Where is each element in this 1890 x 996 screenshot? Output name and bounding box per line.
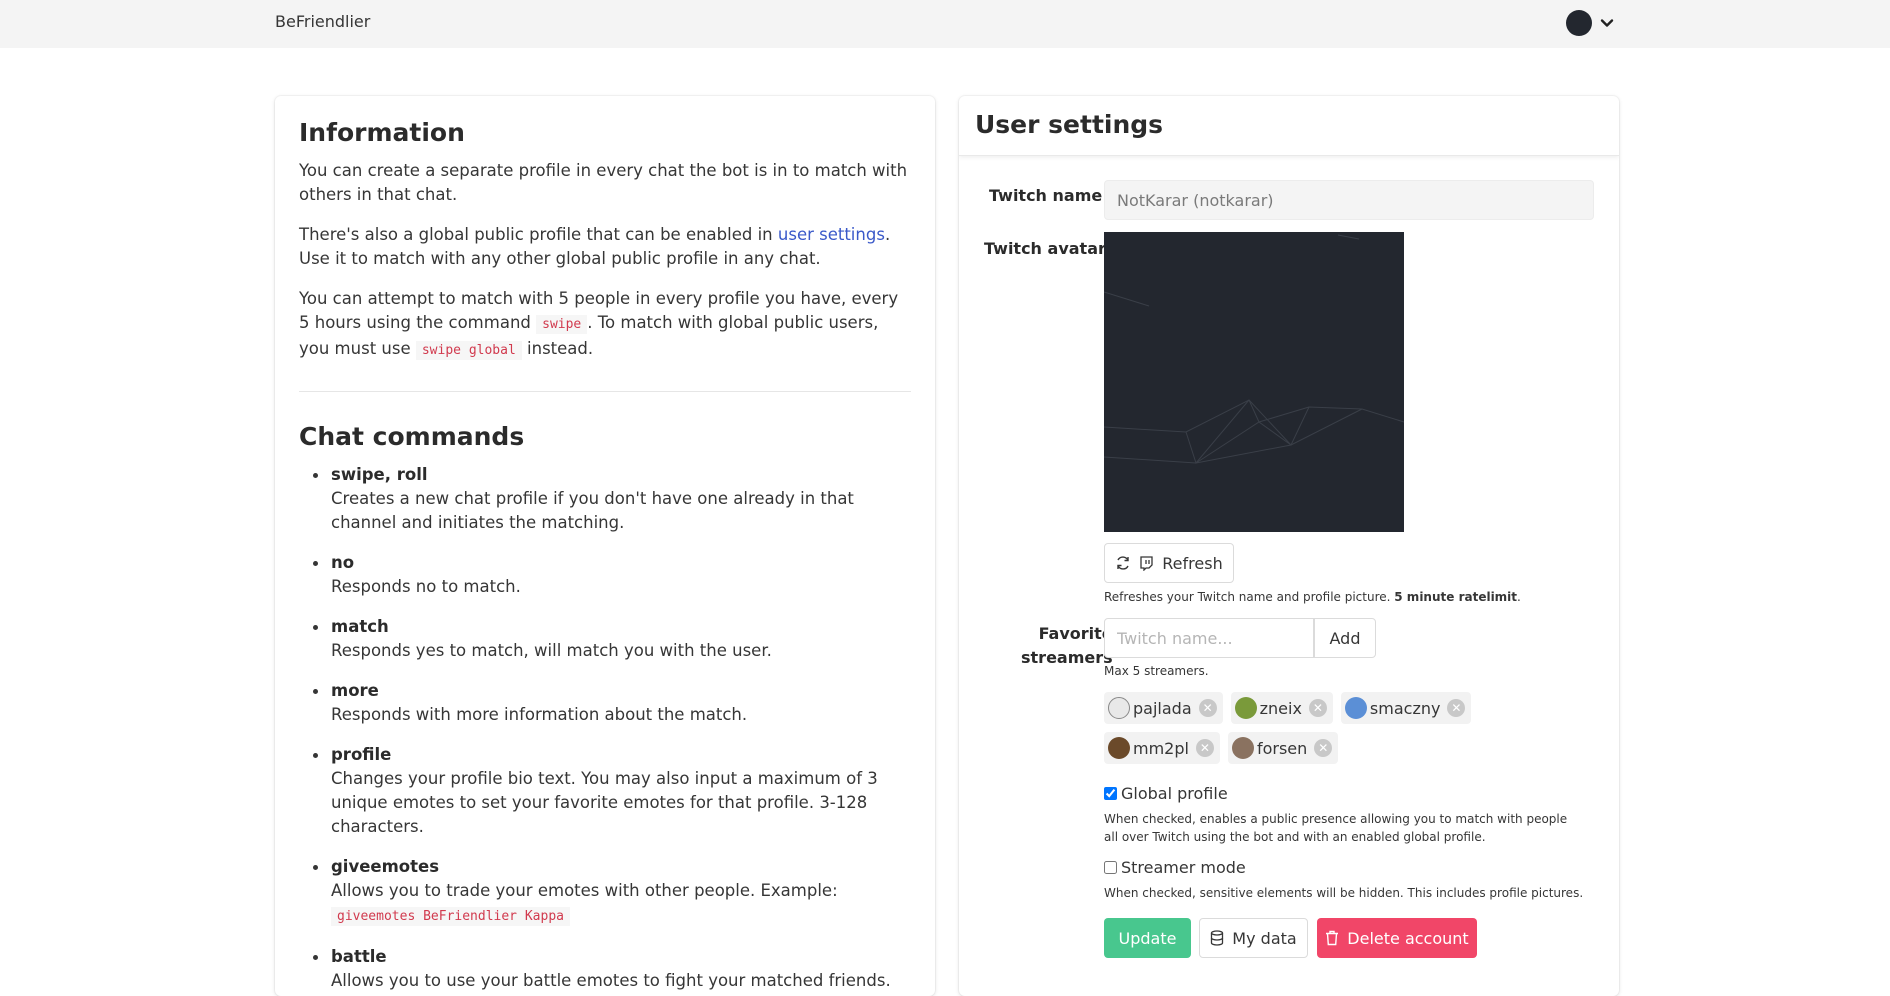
avatar-pattern <box>1104 234 1404 465</box>
command-name: swipe, roll <box>331 465 428 484</box>
user-settings-card: User settings Twitch name Twitch avatar <box>959 96 1619 996</box>
streamer-avatar-icon <box>1234 697 1257 719</box>
my-data-button[interactable]: My data <box>1199 918 1308 958</box>
refresh-help-text: Refreshes your Twitch name and profile p… <box>1104 588 1521 606</box>
streamer-name: smaczny <box>1369 698 1441 718</box>
info-paragraph-3: You can attempt to match with 5 people i… <box>299 287 911 363</box>
database-icon <box>1211 930 1224 946</box>
help-text: . <box>1517 590 1521 604</box>
list-item: more Responds with more information about… <box>313 679 911 727</box>
streamer-avatar-icon <box>1231 737 1254 759</box>
command-description: Responds no to match. <box>331 577 521 596</box>
info-text: instead. <box>521 339 594 358</box>
global-profile-checkbox[interactable] <box>1104 787 1117 800</box>
remove-streamer-icon[interactable]: ✕ <box>1195 739 1214 757</box>
information-title: Information <box>299 118 465 147</box>
command-name: match <box>331 617 389 636</box>
info-paragraph-1: You can create a separate profile in eve… <box>299 161 908 204</box>
streamer-tag: pajlada ✕ <box>1104 692 1223 724</box>
global-profile-help: When checked, enables a public presence … <box>1104 812 1568 844</box>
twitch-name-label: Twitch name <box>989 186 1103 205</box>
command-description: Allows you to use your battle emotes to … <box>331 971 891 996</box>
user-settings-title: User settings <box>975 110 1164 139</box>
list-item: profile Changes your profile bio text. Yo… <box>313 743 911 839</box>
trash-icon <box>1326 930 1339 946</box>
commands-list: swipe, roll Creates a new chat profile if… <box>313 463 911 996</box>
command-description: Allows you to trade your emotes with oth… <box>331 881 838 900</box>
chevron-down-icon <box>1600 19 1614 27</box>
code-swipe-global: swipe global <box>415 341 522 360</box>
remove-streamer-icon[interactable]: ✕ <box>1198 699 1217 717</box>
list-item: swipe, roll Creates a new chat profile if… <box>313 463 911 535</box>
streamer-name: pajlada <box>1133 698 1192 718</box>
command-name: giveemotes <box>331 857 440 876</box>
command-description: Creates a new chat profile if you don't … <box>331 489 854 532</box>
streamer-avatar-icon <box>1108 737 1130 759</box>
streamer-name-input[interactable] <box>1104 618 1314 658</box>
streamer-tag: mm2pl ✕ <box>1104 732 1220 764</box>
ratelimit-text: 5 minute ratelimit <box>1394 590 1518 604</box>
favorite-streamers-label: Favorite streamers <box>1021 622 1113 670</box>
top-navbar: BeFriendlier <box>0 0 1890 48</box>
code-giveemotes: giveemotes BeFriendlier Kappa <box>331 907 570 926</box>
streamer-mode-option[interactable]: Streamer mode <box>1104 858 1246 877</box>
streamer-avatar-icon <box>1344 697 1367 719</box>
info-paragraph-2: There's also a global public profile tha… <box>299 223 911 271</box>
list-item: match Responds yes to match, will match y… <box>313 615 911 663</box>
code-swipe: swipe <box>536 315 588 334</box>
add-streamer-button[interactable]: Add <box>1314 618 1376 658</box>
user-settings-link[interactable]: user settings <box>778 225 885 244</box>
streamer-avatar-icon <box>1108 697 1130 719</box>
max-streamers-help: Max 5 streamers. <box>1104 664 1209 678</box>
streamer-tags: pajlada ✕ zneix ✕ smaczny ✕ mm2pl ✕ fors… <box>1104 692 1594 764</box>
streamer-mode-checkbox[interactable] <box>1104 861 1117 874</box>
update-button[interactable]: Update <box>1104 918 1191 958</box>
command-name: battle <box>331 947 387 966</box>
command-description: Changes your profile bio text. You may a… <box>331 769 878 836</box>
delete-account-label: Delete account <box>1347 928 1469 948</box>
card-header: User settings <box>959 96 1619 156</box>
refresh-icon <box>1117 556 1129 570</box>
streamer-tag: smaczny ✕ <box>1340 692 1472 724</box>
command-description: Responds with more information about the… <box>331 705 748 724</box>
user-menu[interactable] <box>1566 10 1614 36</box>
chat-commands-title: Chat commands <box>299 422 525 451</box>
streamer-tag: zneix ✕ <box>1230 692 1333 724</box>
user-avatar[interactable] <box>1566 10 1592 36</box>
brand-logo[interactable]: BeFriendlier <box>275 12 370 31</box>
global-profile-label: Global profile <box>1121 784 1228 803</box>
refresh-button[interactable]: Refresh <box>1104 543 1234 583</box>
twitch-avatar-label: Twitch avatar <box>984 239 1106 258</box>
label-line: streamers <box>1021 648 1113 667</box>
streamer-mode-help: When checked, sensitive elements will be… <box>1104 886 1584 900</box>
list-item: no Responds no to match. <box>313 551 911 599</box>
remove-streamer-icon[interactable]: ✕ <box>1314 739 1333 757</box>
command-description: Responds yes to match, will match you wi… <box>331 641 772 660</box>
command-name: no <box>331 553 355 572</box>
streamer-name: mm2pl <box>1133 738 1189 758</box>
command-name: more <box>331 681 379 700</box>
twitch-icon <box>1140 555 1153 571</box>
streamer-tag: forsen ✕ <box>1227 732 1339 764</box>
streamer-mode-label: Streamer mode <box>1121 858 1246 877</box>
command-name: profile <box>331 745 392 764</box>
global-profile-option[interactable]: Global profile <box>1104 784 1228 803</box>
refresh-label: Refresh <box>1162 553 1223 573</box>
remove-streamer-icon[interactable]: ✕ <box>1447 699 1466 717</box>
streamer-name: zneix <box>1259 698 1302 718</box>
remove-streamer-icon[interactable]: ✕ <box>1308 699 1327 717</box>
list-item: battle Allows you to use your battle emot… <box>313 945 911 996</box>
label-line: Favorite <box>1038 624 1113 643</box>
info-text: There's also a global public profile tha… <box>299 225 778 244</box>
my-data-label: My data <box>1232 928 1297 948</box>
delete-account-button[interactable]: Delete account <box>1317 918 1477 958</box>
streamer-name: forsen <box>1256 738 1308 758</box>
information-card: Information You can create a separate pr… <box>275 96 935 996</box>
update-label: Update <box>1118 928 1177 948</box>
list-item: giveemotes Allows you to trade your emote… <box>313 855 911 929</box>
help-text: Refreshes your Twitch name and profile p… <box>1104 590 1395 604</box>
twitch-name-field[interactable] <box>1104 180 1594 220</box>
divider <box>299 391 911 392</box>
twitch-avatar-image <box>1104 232 1404 532</box>
